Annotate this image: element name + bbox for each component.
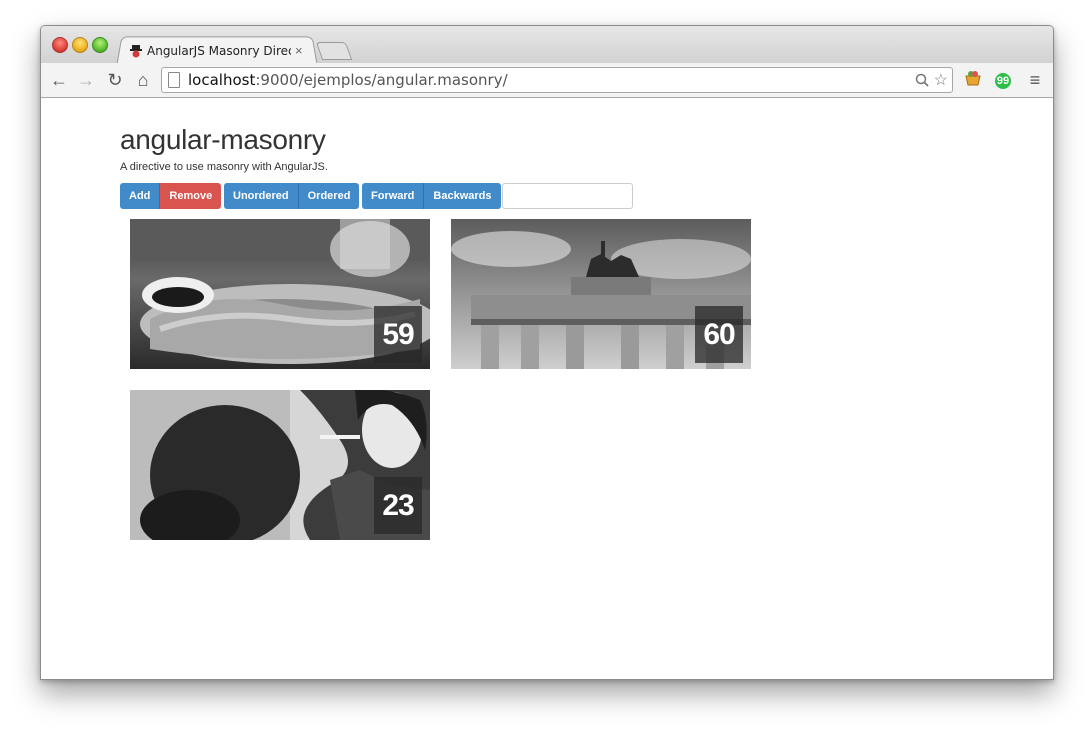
brick-number: 59 (374, 306, 422, 363)
filter-input[interactable] (502, 183, 633, 209)
tab-title: AngularJS Masonry Directive (147, 44, 291, 58)
zoom-window-button[interactable] (92, 37, 108, 53)
ordered-button[interactable]: Ordered (298, 183, 360, 209)
url-text: localhost:9000/ejemplos/angular.masonry/ (188, 71, 508, 89)
backwards-button[interactable]: Backwards (424, 183, 501, 209)
omnibox-actions: ☆ (915, 70, 948, 90)
forward-button[interactable]: Forward (362, 183, 425, 209)
favicon-icon (130, 45, 142, 58)
remove-button[interactable]: Remove (160, 183, 222, 209)
browser-toolbar: ← → ↻ ⌂ localhost:9000/ejemplos/angular.… (41, 63, 1053, 98)
add-button[interactable]: Add (120, 183, 161, 209)
page-icon (168, 72, 180, 88)
unordered-button[interactable]: Unordered (224, 183, 299, 209)
star-icon[interactable]: ☆ (934, 72, 948, 89)
browser-tab-content[interactable]: AngularJS Masonry Directive × (129, 41, 309, 61)
order-group: Unordered Ordered (224, 183, 360, 209)
masonry-brick[interactable]: 59 (130, 219, 430, 369)
home-icon[interactable]: ⌂ (132, 70, 154, 90)
page-subtitle: A directive to use masonry with AngularJ… (120, 161, 328, 173)
forward-icon[interactable]: → (75, 70, 97, 90)
url-host: localhost (188, 71, 256, 89)
url-path: :9000/ejemplos/angular.masonry/ (255, 71, 508, 89)
tab-strip: AngularJS Masonry Directive × (41, 26, 1053, 65)
back-icon[interactable]: ← (48, 70, 70, 90)
brick-number: 23 (374, 477, 422, 534)
zoom-icon[interactable] (915, 72, 933, 89)
masonry-brick[interactable]: 23 (130, 390, 430, 540)
masonry-brick[interactable]: 60 (451, 219, 751, 369)
minimize-window-button[interactable] (72, 37, 88, 53)
address-bar[interactable]: localhost:9000/ejemplos/angular.masonry/… (161, 67, 953, 93)
tab-close-icon[interactable]: × (295, 44, 303, 58)
add-remove-group: Add Remove (120, 183, 222, 209)
page-content: angular-masonry A directive to use mason… (41, 98, 1053, 679)
brick-number: 60 (695, 306, 743, 363)
close-window-button[interactable] (52, 37, 68, 53)
evernote-extension-icon[interactable]: 99 (993, 70, 1013, 90)
page-title: angular-masonry (120, 124, 326, 155)
browser-window: AngularJS Masonry Directive × ← → ↻ ⌂ lo… (40, 25, 1054, 680)
basket-extension-icon[interactable] (963, 70, 983, 90)
direction-group: Forward Backwards (362, 183, 501, 209)
menu-icon[interactable]: ≡ (1025, 70, 1045, 90)
reload-icon[interactable]: ↻ (104, 70, 126, 90)
new-tab-button[interactable] (315, 42, 353, 60)
